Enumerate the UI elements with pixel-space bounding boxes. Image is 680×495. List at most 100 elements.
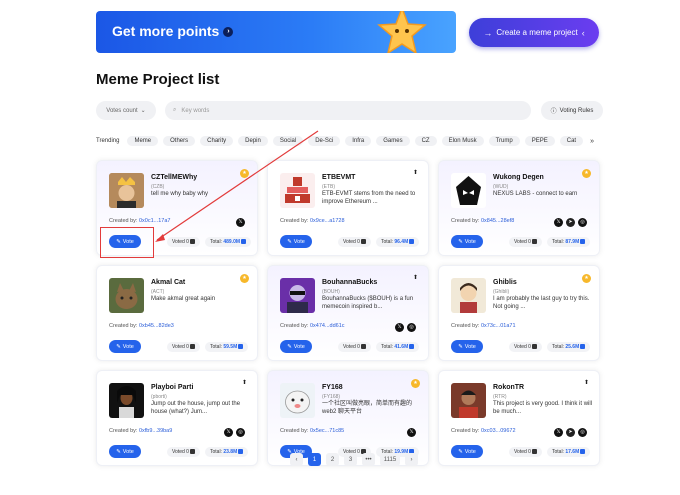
star-icon <box>377 11 427 53</box>
vote-button[interactable]: ✎ Vote <box>280 340 312 353</box>
vote-button[interactable]: ✎ Vote <box>451 340 483 353</box>
vote-button[interactable]: ✎ Vote <box>451 235 483 248</box>
creator-address[interactable]: 0xfb9...39ba9 <box>139 428 172 434</box>
project-name: CZTellMEWhy <box>151 174 198 181</box>
x-icon[interactable]: 𝕏 <box>236 218 245 227</box>
social-links: 𝕏 ➤ ◎ <box>554 428 587 437</box>
next-page-button[interactable]: › <box>405 453 418 466</box>
created-by: Created by: 0xc03...09672 <box>451 428 516 434</box>
creator-address[interactable]: 0xc03...09672 <box>481 428 516 434</box>
project-avatar <box>280 383 315 418</box>
prev-page-button[interactable]: ‹ <box>290 453 303 466</box>
vote-button[interactable]: ✎ Vote <box>109 445 141 458</box>
project-card[interactable]: ★ Akmal Cat (ACT) Make akmal great again… <box>96 265 258 361</box>
tag-de-sci[interactable]: De-Sci <box>308 136 341 146</box>
chevron-left-icon: ‹ <box>581 27 585 38</box>
search-placeholder: Key words <box>181 107 210 114</box>
search-input[interactable]: ⌕ Key words <box>165 101 531 120</box>
project-description: I am probably the last guy to try this. … <box>493 296 590 310</box>
coin-icon: ★ <box>240 274 249 283</box>
more-tags-icon[interactable]: » <box>590 138 594 145</box>
created-by: Created by: 0x474...dd61c <box>280 323 345 329</box>
x-icon[interactable]: 𝕏 <box>554 428 563 437</box>
tag-pepe[interactable]: PEPE <box>524 136 555 146</box>
pagination-ellipsis[interactable]: ••• <box>362 453 375 466</box>
create-meme-project-button[interactable]: → Create a meme project ‹ <box>469 18 599 47</box>
creator-address[interactable]: 0x73c...01a71 <box>481 323 516 329</box>
tag-meme[interactable]: Meme <box>127 136 159 146</box>
creator-address[interactable]: 0x9ce...a1728 <box>310 218 345 224</box>
trending-up-icon: ⬆ <box>583 380 589 386</box>
project-ticker: (ACT) <box>151 289 165 295</box>
creator-address[interactable]: 0x0c1...17a7 <box>139 218 171 224</box>
search-icon: ⌕ <box>173 107 177 113</box>
social-links: 𝕏 <box>407 428 416 437</box>
project-name: Akmal Cat <box>151 279 186 286</box>
tag-others[interactable]: Others <box>163 136 196 146</box>
chevron-down-icon: ⌄ <box>140 108 146 114</box>
project-ticker: (FY168) <box>322 394 341 400</box>
info-icon: ⓘ <box>550 109 557 115</box>
tag-social[interactable]: Social <box>272 136 304 146</box>
project-card[interactable]: ★ Wukong Degen (WUD) NEXUS LABS - connec… <box>438 160 600 256</box>
sort-dropdown[interactable]: Votes count ⌄ <box>96 101 156 120</box>
trending-up-icon: ⬆ <box>412 275 418 281</box>
project-card[interactable]: ⬆ ETBEVMT (ETB) ETB-EVMT stems from the … <box>267 160 429 256</box>
project-ticker: (CZB) <box>151 184 165 190</box>
website-icon[interactable]: ◎ <box>578 218 587 227</box>
total-votes: Total: 23.8M <box>205 447 249 457</box>
created-by: Created by: 0x9ce...a1728 <box>280 218 345 224</box>
project-avatar <box>451 173 486 208</box>
trending-row: Trending Meme Others Charity Depin Socia… <box>96 135 594 147</box>
tag-infra[interactable]: Infra <box>345 136 372 146</box>
creator-address[interactable]: 0x845...28ef8 <box>481 218 514 224</box>
project-ticker: (WUD) <box>493 184 509 190</box>
website-icon[interactable]: ◎ <box>236 428 245 437</box>
vote-icon: ✎ <box>116 448 121 455</box>
vote-icon: ✎ <box>116 343 121 350</box>
project-avatar <box>280 173 315 208</box>
voted-count: Voted 0 <box>167 237 200 247</box>
page-3-button[interactable]: 3 <box>344 453 357 466</box>
vote-button[interactable]: ✎ Vote <box>451 445 483 458</box>
tag-charity[interactable]: Charity <box>200 136 234 146</box>
page-1-button[interactable]: 1 <box>308 453 321 466</box>
vote-icon: ✎ <box>458 238 463 245</box>
x-icon[interactable]: 𝕏 <box>554 218 563 227</box>
x-icon[interactable]: 𝕏 <box>407 428 416 437</box>
get-points-banner[interactable]: Get more points › <box>96 11 456 53</box>
coin-icon: ★ <box>240 169 249 178</box>
vote-button[interactable]: ✎ Vote <box>280 235 312 248</box>
project-card[interactable]: ⬆ Playboi Parti (pborti) Jump out the ho… <box>96 370 258 466</box>
creator-address[interactable]: 0x5ec...71c85 <box>310 428 344 434</box>
telegram-icon[interactable]: ➤ <box>566 428 575 437</box>
creator-address[interactable]: 0x474...dd61c <box>310 323 345 329</box>
project-card[interactable]: ⬆ RokonTR (RTR) This project is very goo… <box>438 370 600 466</box>
vote-button[interactable]: ✎ Vote <box>109 340 141 353</box>
project-name: FY168 <box>322 384 343 391</box>
creator-address[interactable]: 0xb45...82de3 <box>139 323 174 329</box>
voting-rules-button[interactable]: ⓘ Voting Rules <box>541 101 603 120</box>
website-icon[interactable]: ◎ <box>578 428 587 437</box>
tag-elon-musk[interactable]: Elon Musk <box>441 136 484 146</box>
page-2-button[interactable]: 2 <box>326 453 339 466</box>
project-card[interactable]: ★ FY168 (FY168) 一个社区叫做亮眼，简单而有趣的web2 聊天平台… <box>267 370 429 466</box>
project-card[interactable]: ★ Ghiblis (Ghibli) I am probably the las… <box>438 265 600 361</box>
created-by: Created by: 0xb45...82de3 <box>109 323 174 329</box>
project-description: ETB-EVMT stems from the need to improve … <box>322 191 416 205</box>
created-by: Created by: 0x5ec...71c85 <box>280 428 345 434</box>
total-votes: Total: 17.6M <box>547 447 591 457</box>
website-icon[interactable]: ◎ <box>407 323 416 332</box>
tag-games[interactable]: Games <box>376 136 410 146</box>
tag-cz[interactable]: CZ <box>414 136 437 146</box>
x-icon[interactable]: 𝕏 <box>395 323 404 332</box>
telegram-icon[interactable]: ➤ <box>566 218 575 227</box>
tag-depin[interactable]: Depin <box>238 136 268 146</box>
last-page-button[interactable]: 1115 <box>380 453 400 466</box>
tag-trump[interactable]: Trump <box>488 136 520 146</box>
x-icon[interactable]: 𝕏 <box>224 428 233 437</box>
tag-cat[interactable]: Cat <box>559 136 584 146</box>
sort-label: Votes count <box>106 107 138 114</box>
project-card[interactable]: ⬆ BouhannaBucks (BOUH) BouhannaBucks ($B… <box>267 265 429 361</box>
project-description: NEXUS LABS - connect to earn <box>493 191 578 197</box>
